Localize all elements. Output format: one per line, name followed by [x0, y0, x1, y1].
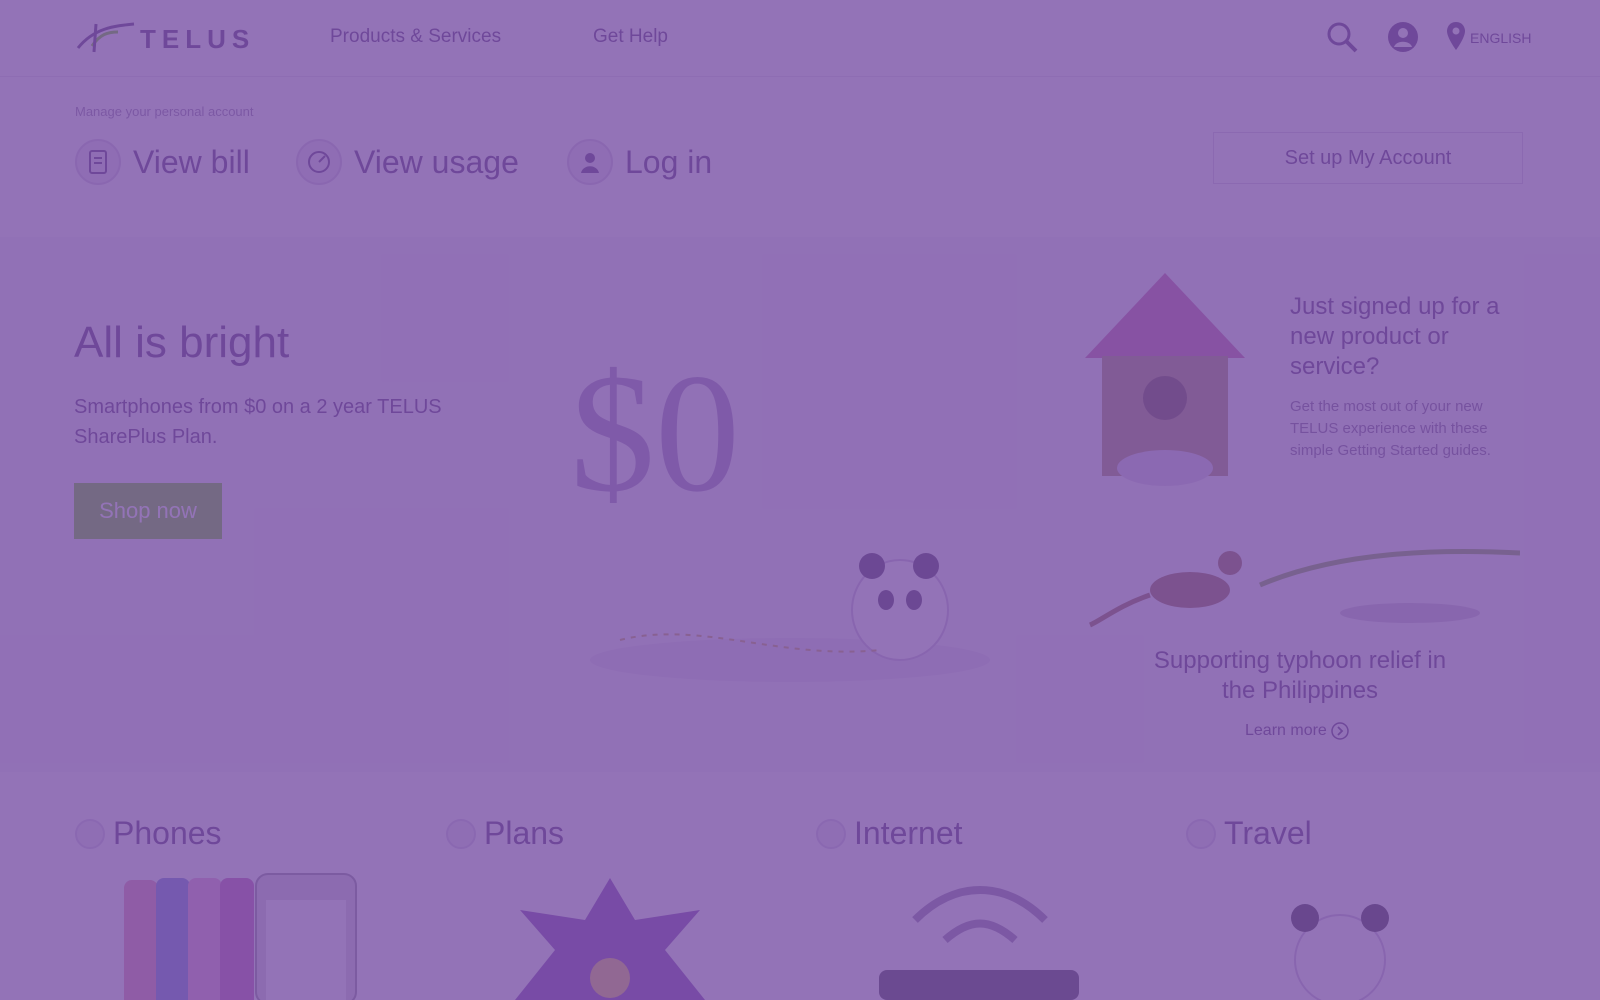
telus-logo-mark-icon: [76, 22, 135, 53]
plans-icon: [446, 818, 476, 849]
location-pin-icon[interactable]: [1445, 20, 1467, 54]
category-plans-label: Plans: [484, 815, 565, 851]
category-travel[interactable]: Travel: [1186, 815, 1312, 852]
view-usage-label: View usage: [354, 143, 519, 180]
log-in-label: Log in: [625, 143, 713, 180]
getting-started-body: Get the most out of your new TELUS exper…: [1290, 398, 1491, 459]
telus-logo[interactable]: TELUS: [74, 18, 254, 58]
category-internet-label: Internet: [854, 815, 963, 851]
user-icon: [567, 139, 613, 185]
internet-icon: [816, 818, 846, 849]
chevron-right-circle-icon: [1331, 722, 1349, 740]
monkey-branch-illustration: [1088, 549, 1520, 628]
shop-now-button[interactable]: Shop now: [74, 483, 222, 539]
travel-icon: [1186, 818, 1216, 849]
set-up-my-account-button[interactable]: Set up My Account: [1213, 132, 1523, 184]
account-icon[interactable]: [1386, 20, 1420, 54]
category-phones[interactable]: Phones: [75, 815, 222, 852]
hero-title: All is bright: [74, 318, 290, 367]
getting-started-title: Just signed up for a new product or serv…: [1290, 293, 1500, 380]
phones-illustration: [124, 873, 357, 1000]
category-travel-label: Travel: [1224, 815, 1312, 851]
view-usage-link[interactable]: View usage: [296, 137, 519, 187]
birdhouse-illustration: [1085, 273, 1245, 486]
category-plans[interactable]: Plans: [446, 815, 564, 852]
view-bill-label: View bill: [133, 143, 250, 180]
site-header: TELUS Products & Services Get Help ENGLI…: [0, 0, 1600, 77]
nav-get-help[interactable]: Get Help: [593, 26, 668, 48]
typhoon-relief-title: Supporting typhoon relief in the Philipp…: [1153, 647, 1447, 704]
internet-modem-illustration: [879, 886, 1079, 1000]
hero-subtitle: Smartphones from $0 on a 2 year TELUS Sh…: [74, 396, 442, 448]
bill-icon: [75, 139, 121, 185]
nav-products-services[interactable]: Products & Services: [330, 26, 501, 48]
usage-gauge-icon: [296, 139, 342, 185]
log-in-link[interactable]: Log in: [567, 137, 712, 187]
category-internet[interactable]: Internet: [816, 815, 963, 852]
page: TELUS Products & Services Get Help ENGLI…: [0, 0, 1600, 1000]
my-account-label: Manage your personal account: [75, 104, 254, 119]
svg-text:$0: $0: [570, 339, 740, 527]
logo-wordmark: TELUS: [140, 24, 256, 54]
plans-flower-illustration: [515, 878, 705, 1000]
learn-more-link[interactable]: Learn more: [1245, 722, 1349, 740]
zero-dollar-panda-illustration: $0: [570, 339, 990, 682]
travel-panda-illustration: [1291, 904, 1389, 1000]
language-region-link[interactable]: ENGLISH: [1470, 30, 1531, 46]
view-bill-link[interactable]: View bill: [75, 137, 250, 187]
category-phones-label: Phones: [113, 815, 222, 851]
search-icon[interactable]: [1325, 20, 1359, 54]
phone-icon: [75, 818, 105, 849]
learn-more-label: Learn more: [1245, 722, 1327, 739]
